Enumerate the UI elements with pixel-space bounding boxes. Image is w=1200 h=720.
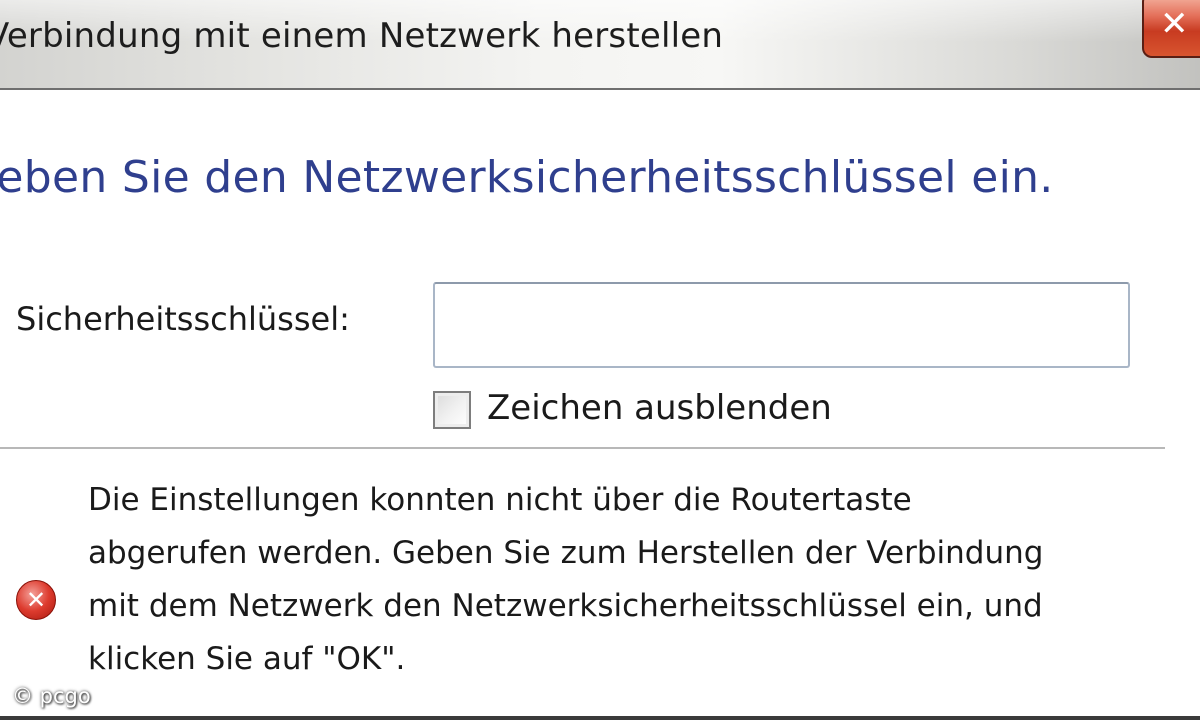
separator — [0, 447, 1165, 449]
close-button[interactable]: ✕ — [1142, 0, 1200, 58]
watermark: © pcgo — [12, 684, 91, 708]
security-key-label: Sicherheitsschlüssel: — [16, 300, 350, 338]
bottom-edge — [0, 716, 1200, 720]
security-key-input[interactable] — [433, 282, 1130, 368]
error-message-line: klicken Sie auf "OK". — [88, 641, 406, 677]
close-icon: ✕ — [1160, 4, 1189, 44]
dialog-window: Verbindung mit einem Netzwerk herstellen… — [0, 0, 1200, 720]
hide-characters-label[interactable]: Zeichen ausblenden — [487, 388, 832, 428]
error-message-line: mit dem Netzwerk den Netzwerksicherheits… — [88, 588, 1043, 624]
main-instruction: Geben Sie den Netzwerksicherheitsschlüss… — [0, 152, 1054, 203]
hide-characters-checkbox[interactable] — [433, 391, 471, 429]
error-message-line: Die Einstellungen konnten nicht über die… — [88, 482, 912, 518]
error-icon: ✕ — [16, 580, 56, 620]
error-message-line: abgerufen werden. Geben Sie zum Herstell… — [88, 535, 1044, 571]
error-message: Die Einstellungen konnten nicht über die… — [88, 474, 1188, 686]
window-title: Verbindung mit einem Netzwerk herstellen — [0, 16, 724, 56]
title-bar[interactable]: Verbindung mit einem Netzwerk herstellen… — [0, 0, 1200, 90]
